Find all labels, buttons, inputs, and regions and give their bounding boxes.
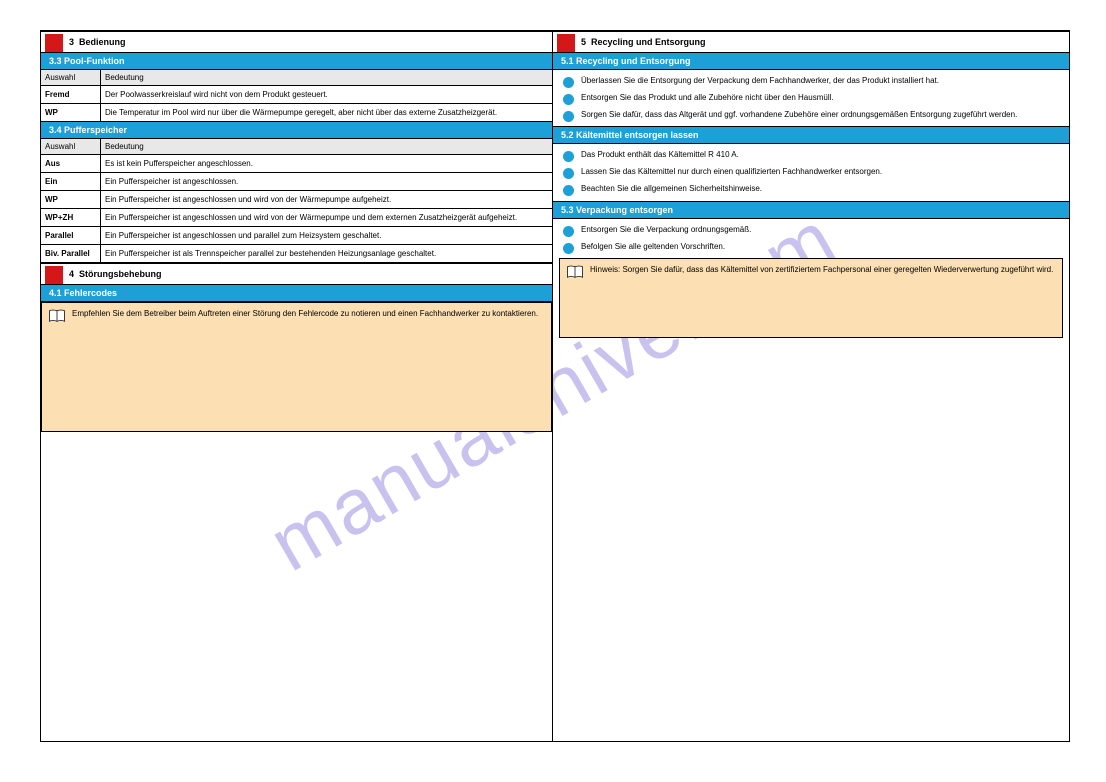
- section-marker-icon: [557, 34, 575, 52]
- cell-val: Ein Pufferspeicher ist angeschlossen und…: [101, 227, 552, 244]
- left-column: 3 Bedienung 3.3 Pool-Funktion Auswahl Be…: [41, 31, 553, 741]
- section-5-title: 5 Recycling und Entsorgung: [553, 31, 1069, 53]
- section-5-number: 5: [581, 37, 586, 47]
- bar-3-4: 3.4 Pufferspeicher: [41, 122, 552, 139]
- cell-key: WP: [41, 104, 101, 121]
- note-box-4: Empfehlen Sie dem Betreiber beim Auftret…: [41, 302, 552, 432]
- table-3-4-header: Auswahl Bedeutung: [41, 139, 552, 155]
- table-row: Ein Ein Pufferspeicher ist angeschlossen…: [41, 173, 552, 191]
- list-item: Entsorgen Sie die Verpackung ordnungsgem…: [581, 225, 1061, 236]
- bullet-list-5-3: Entsorgen Sie die Verpackung ordnungsgem…: [553, 219, 1069, 259]
- right-column: 5 Recycling und Entsorgung 5.1 Recycling…: [553, 31, 1069, 741]
- hdr-bedeutung: Bedeutung: [101, 139, 552, 154]
- note-box-5: Hinweis: Sorgen Sie dafür, dass das Kält…: [559, 258, 1063, 338]
- cell-val: Es ist kein Pufferspeicher angeschlossen…: [101, 155, 552, 172]
- table-3-3-header: Auswahl Bedeutung: [41, 70, 552, 86]
- book-icon: [48, 309, 66, 323]
- cell-key: Fremd: [41, 86, 101, 103]
- cell-val: Die Temperatur im Pool wird nur über die…: [101, 104, 552, 121]
- section-4-title: 4 Störungsbehebung: [41, 263, 552, 285]
- section-marker-icon: [45, 266, 63, 284]
- section-4-text: Störungsbehebung: [79, 269, 162, 279]
- table-row: WP Ein Pufferspeicher ist angeschlossen …: [41, 191, 552, 209]
- section-5-text: Recycling und Entsorgung: [591, 37, 706, 47]
- list-item: Entsorgen Sie das Produkt und alle Zubeh…: [581, 93, 1061, 104]
- page: 3 Bedienung 3.3 Pool-Funktion Auswahl Be…: [40, 30, 1070, 742]
- hdr-bedeutung: Bedeutung: [101, 70, 552, 85]
- list-item: Das Produkt enthält das Kältemittel R 41…: [581, 150, 1061, 161]
- table-row: Parallel Ein Pufferspeicher ist angeschl…: [41, 227, 552, 245]
- cell-val: Der Poolwasserkreislauf wird nicht von d…: [101, 86, 552, 103]
- section-4-number: 4: [69, 269, 74, 279]
- cell-val: Ein Pufferspeicher ist angeschlossen und…: [101, 191, 552, 208]
- table-row: Aus Es ist kein Pufferspeicher angeschlo…: [41, 155, 552, 173]
- cell-key: Aus: [41, 155, 101, 172]
- table-row: Biv. Parallel Ein Pufferspeicher ist als…: [41, 245, 552, 263]
- list-item: Beachten Sie die allgemeinen Sicherheits…: [581, 184, 1061, 195]
- note-4-text: Empfehlen Sie dem Betreiber beim Auftret…: [72, 309, 538, 318]
- list-item: Befolgen Sie alle geltenden Vorschriften…: [581, 242, 1061, 253]
- bar-5-2: 5.2 Kältemittel entsorgen lassen: [553, 127, 1069, 144]
- note-5-text: Hinweis: Sorgen Sie dafür, dass das Kält…: [590, 265, 1053, 274]
- hdr-auswahl: Auswahl: [41, 139, 101, 154]
- bullet-list-5-2: Das Produkt enthält das Kältemittel R 41…: [553, 144, 1069, 201]
- section-3-text: Bedienung: [79, 37, 126, 47]
- section-3-title: 3 Bedienung: [41, 31, 552, 53]
- list-item: Überlassen Sie die Entsorgung der Verpac…: [581, 76, 1061, 87]
- bar-3-3: 3.3 Pool-Funktion: [41, 53, 552, 70]
- list-item: Lassen Sie das Kältemittel nur durch ein…: [581, 167, 1061, 178]
- cell-key: Parallel: [41, 227, 101, 244]
- section-marker-icon: [45, 34, 63, 52]
- cell-val: Ein Pufferspeicher ist als Trennspeicher…: [101, 245, 552, 262]
- cell-key: WP+ZH: [41, 209, 101, 226]
- bar-5-3: 5.3 Verpackung entsorgen: [553, 202, 1069, 219]
- bar-4-1: 4.1 Fehlercodes: [41, 285, 552, 302]
- cell-val: Ein Pufferspeicher ist angeschlossen.: [101, 173, 552, 190]
- list-item: Sorgen Sie dafür, dass das Altgerät und …: [581, 110, 1061, 121]
- bullet-list-5-1: Überlassen Sie die Entsorgung der Verpac…: [553, 70, 1069, 127]
- table-row: WP Die Temperatur im Pool wird nur über …: [41, 104, 552, 122]
- cell-key: Biv. Parallel: [41, 245, 101, 262]
- hdr-auswahl: Auswahl: [41, 70, 101, 85]
- section-3-number: 3: [69, 37, 74, 47]
- table-row: Fremd Der Poolwasserkreislauf wird nicht…: [41, 86, 552, 104]
- cell-key: Ein: [41, 173, 101, 190]
- cell-val: Ein Pufferspeicher ist angeschlossen und…: [101, 209, 552, 226]
- cell-key: WP: [41, 191, 101, 208]
- bar-5-1: 5.1 Recycling und Entsorgung: [553, 53, 1069, 70]
- table-row: WP+ZH Ein Pufferspeicher ist angeschloss…: [41, 209, 552, 227]
- book-icon: [566, 265, 584, 279]
